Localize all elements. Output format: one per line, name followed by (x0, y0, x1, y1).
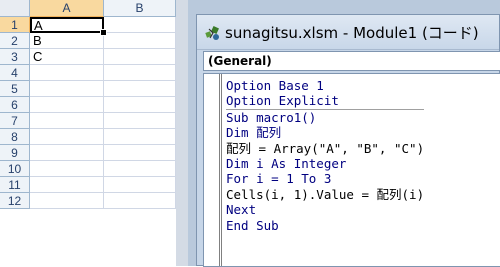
code-line[interactable]: 配列 = Array("A", "B", "C") (226, 141, 424, 156)
cell[interactable] (104, 193, 176, 209)
code-line[interactable]: Option Explicit (226, 93, 425, 110)
cell[interactable] (30, 177, 104, 193)
row-header[interactable]: 11 (0, 177, 30, 193)
column-header-a[interactable]: A (30, 0, 104, 17)
cell[interactable] (30, 113, 104, 129)
row-header[interactable]: 2 (0, 33, 30, 49)
row-header[interactable]: 5 (0, 81, 30, 97)
code-line[interactable]: Dim 配列 (226, 125, 424, 140)
cell[interactable]: C (30, 49, 104, 65)
cell[interactable] (30, 97, 104, 113)
cell[interactable] (30, 129, 104, 145)
cell[interactable] (104, 145, 176, 161)
code-line[interactable]: Next (226, 202, 424, 217)
row-header[interactable]: 1 (0, 17, 30, 33)
select-all-corner[interactable] (0, 0, 30, 17)
code-editor[interactable]: Option Base 1 Option Explicit Sub macro1()… (203, 73, 500, 267)
spreadsheet: A B 1 A 2 B 3 C 4 5 6 7 8 9 10 11 12 (0, 0, 176, 266)
object-dropdown-value: (General) (208, 54, 272, 68)
vba-module-icon (205, 26, 219, 40)
code-line[interactable]: For i = 1 To 3 (226, 171, 424, 186)
object-dropdown[interactable]: (General) (203, 51, 500, 71)
cell[interactable] (104, 65, 176, 81)
code-window-titlebar[interactable]: sunagitsu.xlsm - Module1 (コード) (197, 15, 499, 50)
cell[interactable] (30, 81, 104, 97)
code-window-title: sunagitsu.xlsm - Module1 (コード) (225, 24, 479, 42)
code-line[interactable]: End Sub (226, 218, 424, 233)
window-gap (176, 0, 188, 266)
code-line[interactable]: Dim i As Integer (226, 156, 424, 171)
cell[interactable] (104, 17, 176, 33)
row-header[interactable]: 10 (0, 161, 30, 177)
code-line[interactable]: Sub macro1() (226, 110, 424, 125)
row-header[interactable]: 12 (0, 193, 30, 209)
row-header[interactable]: 9 (0, 145, 30, 161)
row-header[interactable]: 7 (0, 113, 30, 129)
cell[interactable] (30, 145, 104, 161)
cell[interactable] (30, 193, 104, 209)
code-line[interactable]: Option Base 1 (226, 78, 424, 93)
row-header[interactable]: 6 (0, 97, 30, 113)
cell[interactable]: B (30, 33, 104, 49)
row-header[interactable]: 3 (0, 49, 30, 65)
cell[interactable] (104, 49, 176, 65)
cell[interactable] (104, 129, 176, 145)
code-line[interactable]: Cells(i, 1).Value = 配列(i) (226, 187, 424, 202)
cell[interactable] (30, 65, 104, 81)
column-header-b[interactable]: B (104, 0, 176, 17)
cell[interactable] (104, 81, 176, 97)
cell[interactable] (104, 177, 176, 193)
row-header[interactable]: 4 (0, 65, 30, 81)
active-cell[interactable]: A (30, 17, 104, 33)
cell[interactable] (30, 161, 104, 177)
fill-handle[interactable] (100, 29, 107, 36)
row-header[interactable]: 8 (0, 129, 30, 145)
cell[interactable] (104, 113, 176, 129)
cell[interactable] (104, 161, 176, 177)
code-lines: Option Base 1 Option Explicit Sub macro1()… (226, 78, 425, 233)
margin-divider (221, 74, 222, 266)
code-window: sunagitsu.xlsm - Module1 (コード) (General)… (196, 14, 500, 267)
cell[interactable] (104, 97, 176, 113)
cell[interactable] (104, 33, 176, 49)
margin-indicator-bar[interactable] (204, 74, 220, 266)
